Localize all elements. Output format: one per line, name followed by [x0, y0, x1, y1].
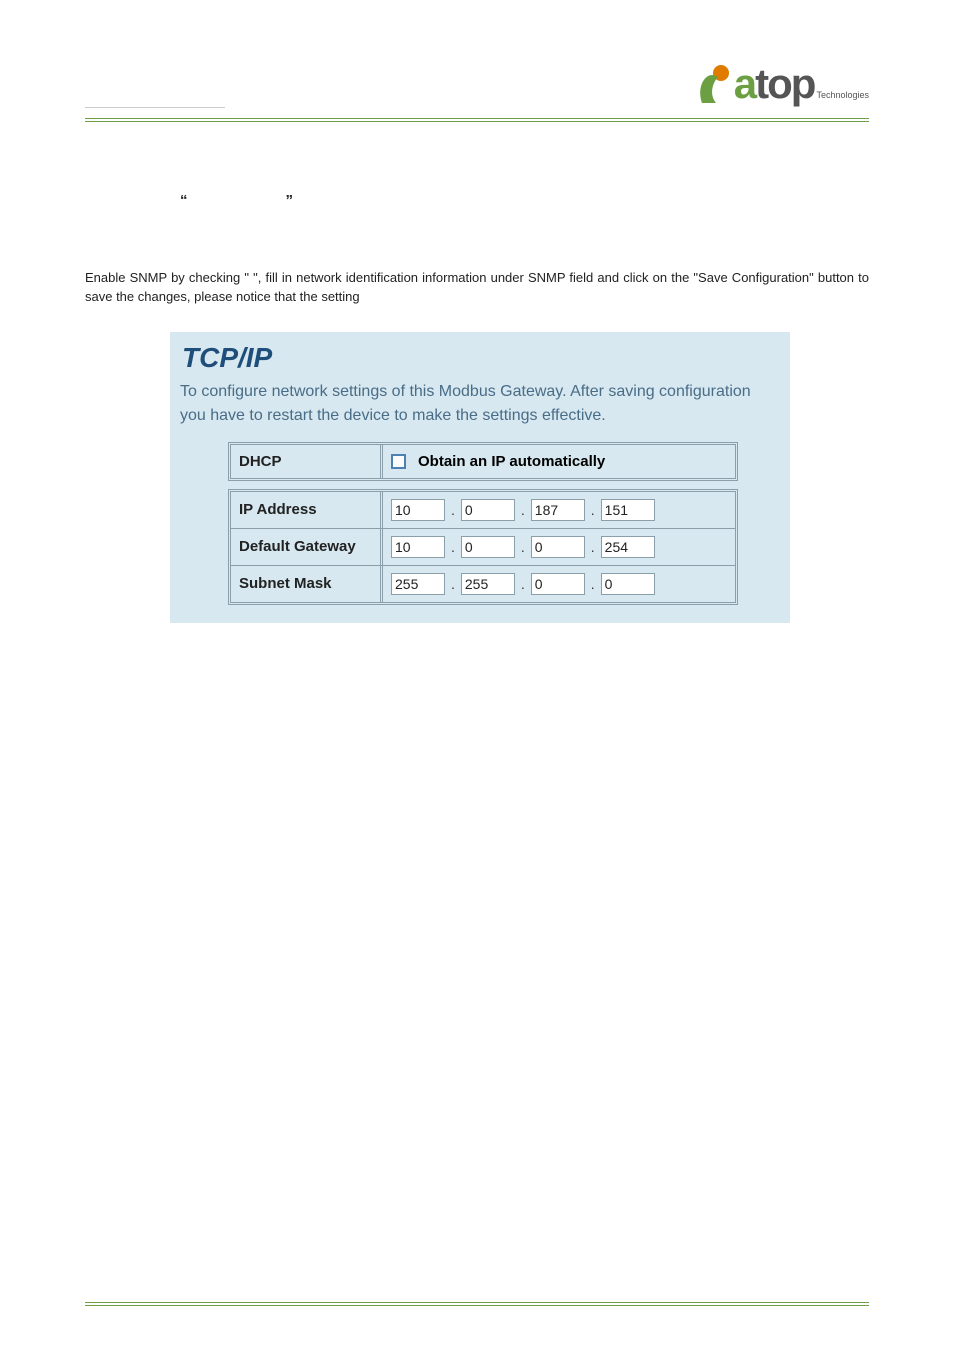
gateway-cell: . . . [383, 529, 735, 565]
dhcp-row: DHCP Obtain an IP automatically [228, 442, 738, 481]
dot-icon: . [591, 502, 595, 518]
ip-cell: . . . [383, 492, 735, 528]
gateway-row: Default Gateway . . . [231, 529, 735, 566]
page-header: a top Technologies [85, 60, 869, 122]
dot-icon: . [591, 576, 595, 592]
brand-logo: a top Technologies [698, 60, 869, 108]
tcpip-panel: TCP/IP To configure network settings of … [170, 332, 790, 623]
dhcp-checkbox[interactable] [391, 454, 406, 469]
dhcp-label: DHCP [231, 445, 383, 478]
dhcp-cell: Obtain an IP automatically [383, 445, 735, 478]
quote-marks: “” [180, 192, 869, 209]
page-footer-rule [85, 1302, 869, 1310]
mask-octet-1[interactable] [391, 573, 445, 595]
address-group: IP Address . . . Default Gateway . [228, 489, 738, 605]
ip-octet-4[interactable] [601, 499, 655, 521]
header-underline [85, 90, 225, 108]
config-table: DHCP Obtain an IP automatically IP Addre… [228, 442, 738, 605]
ip-row: IP Address . . . [231, 492, 735, 529]
ip-octet-3[interactable] [531, 499, 585, 521]
dot-icon: . [591, 539, 595, 555]
dot-icon: . [521, 576, 525, 592]
brand-pre: a [734, 60, 755, 108]
ip-label: IP Address [231, 492, 383, 528]
mask-label: Subnet Mask [231, 566, 383, 602]
gw-octet-3[interactable] [531, 536, 585, 558]
gw-octet-4[interactable] [601, 536, 655, 558]
ip-octet-1[interactable] [391, 499, 445, 521]
mask-octet-3[interactable] [531, 573, 585, 595]
gateway-label: Default Gateway [231, 529, 383, 565]
dot-icon: . [521, 539, 525, 555]
dot-icon: . [521, 502, 525, 518]
mask-cell: . . . [383, 566, 735, 602]
gw-octet-1[interactable] [391, 536, 445, 558]
ip-octet-2[interactable] [461, 499, 515, 521]
panel-title: TCP/IP [182, 342, 780, 374]
dhcp-text: Obtain an IP automatically [418, 453, 605, 470]
dot-icon: . [451, 539, 455, 555]
mask-row: Subnet Mask . . . [231, 566, 735, 602]
gw-octet-2[interactable] [461, 536, 515, 558]
panel-description: To configure network settings of this Mo… [180, 380, 780, 428]
brand-main: top [755, 60, 814, 108]
brand-subtitle: Technologies [816, 90, 869, 100]
dot-icon: . [451, 576, 455, 592]
dot-icon: . [451, 502, 455, 518]
instruction-text: Enable SNMP by checking " ", fill in net… [85, 269, 869, 307]
logo-mark-icon [698, 63, 732, 105]
mask-octet-2[interactable] [461, 573, 515, 595]
mask-octet-4[interactable] [601, 573, 655, 595]
